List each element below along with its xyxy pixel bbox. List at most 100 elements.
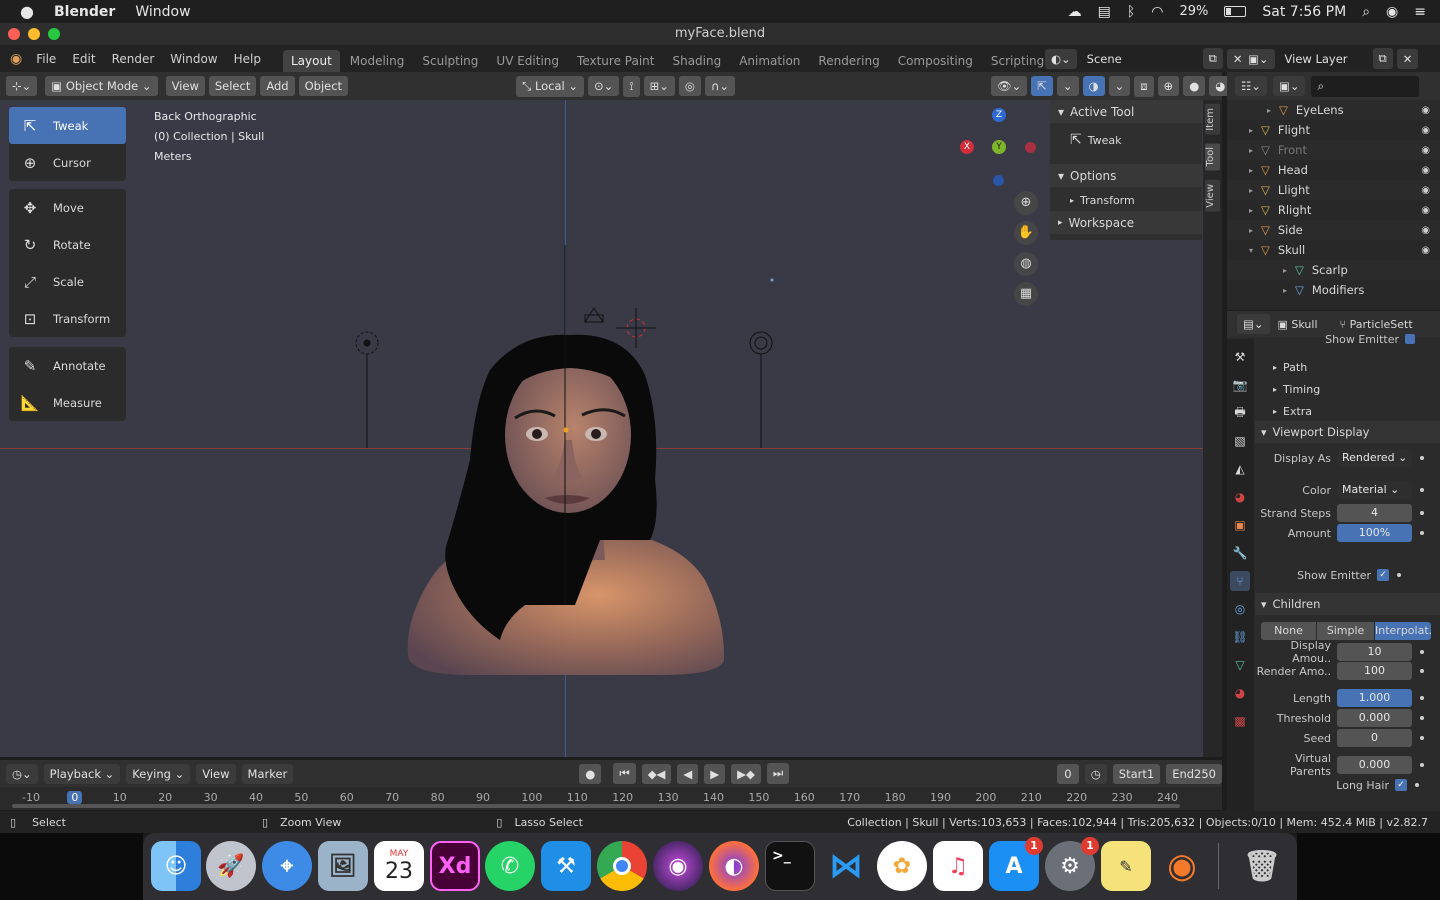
properties-type-icon[interactable]: ▤⌄ [1237, 314, 1270, 334]
play-icon[interactable]: ▶ [704, 763, 726, 784]
length-slider[interactable]: 1.000 [1337, 689, 1412, 707]
pan-icon[interactable]: ✋ [1014, 221, 1038, 245]
material-tab-icon[interactable]: ◕ [1230, 683, 1250, 703]
tab-tool[interactable]: Tool [1205, 143, 1220, 171]
camera-view-icon[interactable]: ◍ [1014, 252, 1038, 276]
gizmo-z-axis[interactable]: Z [992, 108, 1006, 122]
color-select[interactable]: Material ⌄ [1337, 481, 1412, 499]
battery-percent[interactable]: 29% [1179, 4, 1208, 19]
start-frame-field[interactable]: Start 1 [1112, 763, 1161, 784]
virtual-parents-field[interactable]: 0.000 [1337, 756, 1412, 774]
menu-edit[interactable]: Edit [64, 52, 103, 66]
disclosure-icon[interactable]: ▸ [1249, 186, 1253, 195]
transform-subpanel[interactable]: ▸ Transform [1050, 189, 1202, 211]
marker-menu[interactable]: Marker [241, 763, 294, 784]
spotlight-icon[interactable]: ⌕ [1362, 4, 1370, 20]
modifier-tab-icon[interactable]: 🔧 [1230, 543, 1250, 563]
visibility-eye-icon[interactable]: ◉ [1421, 125, 1430, 136]
gizmo-settings-icon[interactable]: ⌄ [1056, 76, 1079, 96]
gizmo-toggle-icon[interactable]: ⇱ [1031, 76, 1053, 96]
visibility-eye-icon[interactable]: ◉ [1421, 225, 1430, 236]
menu-object[interactable]: Object [298, 76, 349, 96]
shading-solid-icon[interactable]: ● [1183, 76, 1206, 96]
end-frame-field[interactable]: End 250 [1166, 763, 1222, 784]
orientation-selector[interactable]: ⤡ Local ⌄ [516, 75, 585, 97]
outliner-row-scarlp[interactable]: ▸ ▽ Scarlp [1227, 260, 1440, 280]
children-header[interactable]: ▾ Children [1255, 593, 1440, 615]
gizmo-x-axis[interactable]: X [960, 140, 974, 154]
shading-wireframe-icon[interactable]: ⊕ [1157, 76, 1180, 96]
active-tool-header[interactable]: ▾ Active Tool [1050, 100, 1202, 123]
disclosure-icon[interactable]: ▸ [1249, 226, 1253, 235]
disclosure-icon[interactable]: ▸ [1267, 106, 1271, 115]
blender-app-icon[interactable]: ◉ [1157, 841, 1207, 891]
timeline-ruler[interactable]: -10 0 10 20 30 40 50 60 70 80 90 100 110 120 130 140 150… [0, 787, 1222, 810]
3d-viewport[interactable]: Back Orthographic (0) Collection | Skull… [0, 100, 1203, 757]
firefox-icon[interactable]: ◐ [709, 841, 759, 891]
apple-icon[interactable]: ● [20, 2, 34, 21]
snap-toggle-icon[interactable]: ⟟ [623, 75, 640, 97]
tool-tab-icon[interactable]: ⚒ [1230, 347, 1250, 367]
timeline-scrollbar[interactable] [12, 804, 1180, 808]
outliner-type-icon[interactable]: ☷⌄ [1235, 76, 1267, 96]
tab-rendering[interactable]: Rendering [810, 50, 887, 72]
overlay-settings-icon[interactable]: ⌄ [1108, 76, 1131, 96]
outliner-search-input[interactable]: ⌕ [1311, 75, 1420, 97]
display-amount-field[interactable]: 10 [1337, 643, 1412, 661]
world-tab-icon[interactable]: ◕ [1230, 487, 1250, 507]
stickies-icon[interactable]: ✎ [1101, 841, 1151, 891]
children-none-button[interactable]: None [1261, 622, 1316, 640]
show-emitter-checkbox[interactable]: ✓ [1377, 569, 1389, 581]
outliner-row-side[interactable]: ▸ ▽ Side ◉ [1227, 220, 1440, 240]
outliner-row-eyelens[interactable]: ▸ ▽ EyeLens ◉ [1227, 100, 1440, 120]
children-interpolated-button[interactable]: Interpolat.. [1375, 622, 1431, 640]
wifi-icon[interactable]: ◠ [1151, 4, 1163, 20]
timing-subpanel[interactable]: ▸ Timing [1255, 379, 1440, 399]
tab-texture-paint[interactable]: Texture Paint [569, 50, 662, 72]
disclosure-icon[interactable]: ▸ [1283, 266, 1287, 275]
siri-app-icon[interactable]: ◉ [653, 841, 703, 891]
blender-logo-icon[interactable]: ◉ [0, 51, 28, 67]
strand-steps-field[interactable]: 4 [1337, 504, 1412, 522]
gizmo-neg-z-axis[interactable] [993, 175, 1004, 186]
tab-shading[interactable]: Shading [664, 50, 729, 72]
disclosure-icon[interactable]: ▸ [1249, 166, 1253, 175]
xray-toggle-icon[interactable]: ⧈ [1134, 75, 1154, 97]
output-tab-icon[interactable]: 🖶 [1230, 403, 1250, 423]
playback-menu[interactable]: Playback ⌄ [43, 763, 121, 784]
keying-menu[interactable]: Keying ⌄ [126, 763, 191, 784]
outliner-row-skull[interactable]: ▾ ▽ Skull ◉ [1227, 240, 1440, 260]
proportional-edit-icon[interactable]: ◎ [678, 76, 701, 96]
window-menu[interactable]: Window [135, 4, 190, 20]
zoom-icon[interactable]: ⊕ [1014, 191, 1038, 215]
seed-field[interactable]: 0 [1337, 729, 1412, 747]
workspace-header[interactable]: ▸ Workspace [1050, 211, 1202, 234]
tab-layout[interactable]: Layout [282, 50, 340, 72]
launchpad-icon[interactable]: 🚀 [206, 841, 256, 891]
safari-icon[interactable]: ⌖ [262, 841, 312, 891]
navigation-gizmo[interactable]: Z Y X [955, 107, 1040, 192]
visibility-eye-icon[interactable]: ◉ [1421, 185, 1430, 196]
object-context[interactable]: ▣ Skull [1278, 318, 1318, 331]
disclosure-icon[interactable]: ▸ [1249, 126, 1253, 135]
menu-add[interactable]: Add [260, 76, 295, 96]
vscode-icon[interactable]: ⋈ [821, 841, 871, 891]
current-frame-field[interactable]: 0 [1057, 763, 1079, 784]
texture-tab-icon[interactable]: ▩ [1230, 711, 1250, 731]
view-layer-icon[interactable]: ▣⌄ [1242, 48, 1275, 69]
tab-compositing[interactable]: Compositing [890, 50, 981, 72]
tab-modeling[interactable]: Modeling [342, 50, 413, 72]
tab-animation[interactable]: Animation [731, 50, 808, 72]
menu-view[interactable]: View [165, 76, 205, 96]
outliner-row-front[interactable]: ▸ ▽ Front ◉ [1227, 140, 1440, 160]
preview-range-icon[interactable]: ◷ [1084, 763, 1107, 784]
disclosure-icon[interactable]: ▸ [1249, 146, 1253, 155]
outliner-row-modifiers[interactable]: ▸ ▽ Modifiers [1227, 280, 1440, 300]
next-keyframe-icon[interactable]: ▶◆ [731, 763, 761, 784]
prev-keyframe-icon[interactable]: ◆◀ [641, 763, 672, 784]
play-reverse-icon[interactable]: ◀ [677, 763, 699, 784]
menu-select[interactable]: Select [208, 76, 257, 96]
view-layer-field[interactable]: View Layer [1278, 48, 1369, 69]
app-store-icon[interactable]: A1 [989, 837, 1043, 891]
outliner-row-head[interactable]: ▸ ▽ Head ◉ [1227, 160, 1440, 180]
